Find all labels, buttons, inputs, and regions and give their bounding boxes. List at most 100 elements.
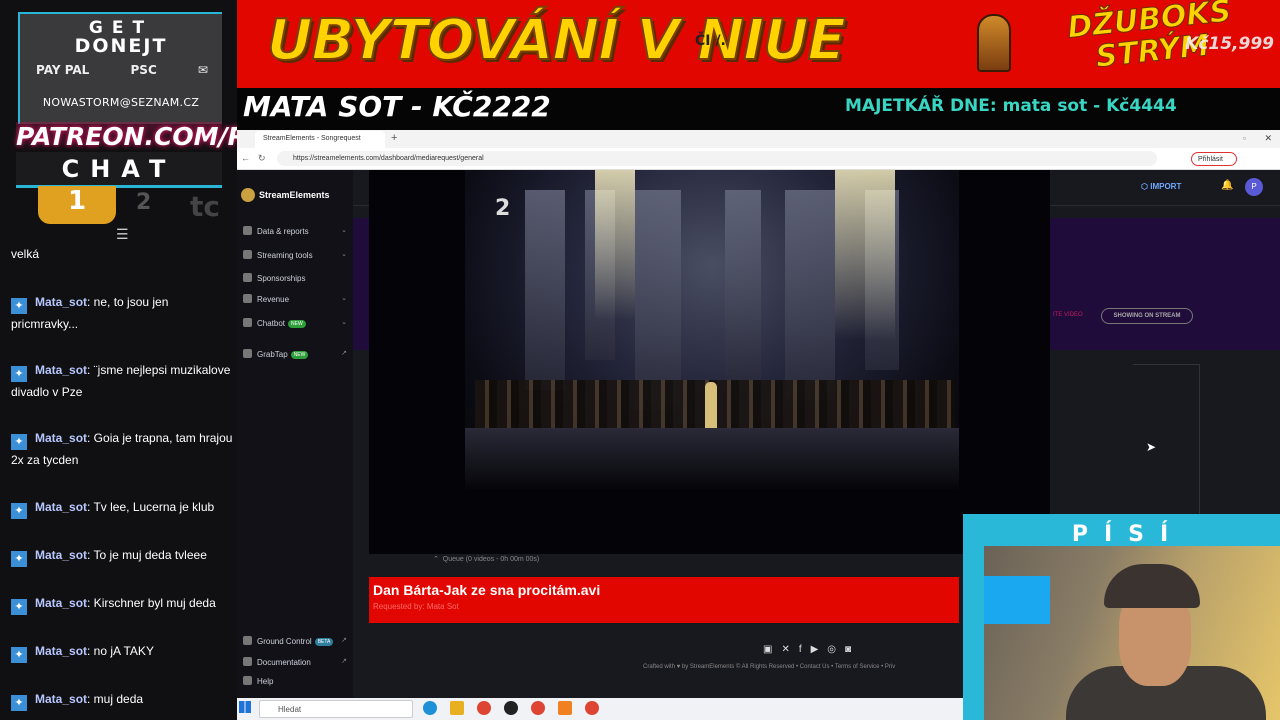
url-input[interactable]: https://streamelements.com/dashboard/med… (277, 151, 1157, 166)
user-icon: ✦ (11, 434, 27, 450)
footer-text: Crafted with ♥ by StreamElements © All R… (643, 664, 896, 670)
social-links[interactable]: ▣✕f▶◎◙ (763, 644, 860, 655)
chat-label: CHAT (16, 152, 222, 188)
taskbar-apps (423, 701, 612, 720)
chat-user: Mata_sot (35, 644, 88, 658)
nav-grabtap[interactable]: GrabTap NEW ↗ (243, 349, 347, 359)
nav-sponsorships[interactable]: Sponsorships (243, 273, 347, 283)
chat-user: Mata_sot (35, 692, 88, 706)
tools-icon (243, 250, 252, 259)
chart-icon (243, 226, 252, 235)
user-icon: ✦ (11, 599, 27, 615)
webcam-label: PÍSÍ (1071, 522, 1185, 547)
windows-start-icon[interactable] (239, 701, 251, 713)
banner-title: UBYTOVÁNÍ V NIUE (266, 7, 847, 74)
folder-icon[interactable] (450, 701, 464, 715)
stream-overlay-left: GET DONEJT PAY PAL PSC ✉ NOWASTORM@SEZNA… (0, 0, 237, 720)
nav-ground-control[interactable]: Ground Control BETA ↗ (243, 636, 347, 646)
chat-message: ✦ Mata_sot: ¨jsme nejlepsi muzikalove div… (11, 360, 233, 402)
banner-small-text: ČI /. (695, 33, 726, 49)
user-icon: ✦ (11, 503, 27, 519)
sms-icon: ✉ (197, 63, 208, 77)
chat-text: velká (11, 247, 40, 261)
nav-streaming-tools[interactable]: Streaming tools ⌄ (243, 250, 347, 260)
grabtap-icon (243, 349, 252, 358)
hint-text: ITE VIDEO (1053, 312, 1083, 318)
nav-chatbot[interactable]: Chatbot NEW ⌄ (243, 318, 347, 328)
chat-text: : Kirschner byl muj deda (87, 596, 216, 610)
nav-documentation[interactable]: Documentation ↗ (243, 657, 347, 667)
donor-strip: MATA SOT - KČ2222 MAJETKÁŘ DNE: mata sot… (237, 88, 1280, 130)
user-icon: ✦ (11, 298, 27, 314)
se-logo-icon (241, 188, 255, 202)
chrome-icon[interactable] (585, 701, 599, 715)
chat-message: ✦ Mata_sot: ne, to jsou jen pricmravky... (11, 292, 233, 334)
badge-tier-1: 1 (38, 186, 116, 224)
menu-icon: ☰ (116, 226, 129, 242)
jukebox-icon (977, 14, 1011, 72)
top-donor: MATA SOT - KČ2222 (243, 90, 551, 123)
chat-message: ✦ Mata_sot: Goia je trapna, tam hrajou 2x… (11, 428, 233, 470)
chat-text: : muj deda (87, 692, 144, 706)
webcam-overlay: PÍSÍ (963, 514, 1280, 720)
avatar[interactable]: P (1245, 178, 1263, 196)
close-icon[interactable]: ✕ (1264, 133, 1272, 144)
vlc-icon[interactable] (558, 701, 572, 715)
video-channel-number: 2 (495, 196, 511, 221)
chat-user: Mata_sot (35, 548, 88, 562)
bot-icon (243, 318, 252, 327)
new-tab-icon[interactable]: + (391, 132, 397, 144)
psc-icon: PSC (130, 63, 157, 77)
payment-methods: PAY PAL PSC ✉ (20, 57, 222, 77)
chat-message: ✦ Mata_sot: To je muj deda tvleee (11, 545, 233, 567)
edge-icon[interactable] (423, 701, 437, 715)
nav-data-reports[interactable]: Data & reports ⌄ (243, 226, 347, 236)
coin-icon (243, 294, 252, 303)
chat-message: velká (11, 244, 233, 264)
import-button[interactable]: ⬡ IMPORT (1141, 182, 1181, 191)
chrome-icon[interactable] (477, 701, 491, 715)
user-icon: ✦ (11, 647, 27, 663)
tab-bar: StreamElements - Songrequest + ▫ ✕ (237, 130, 1280, 148)
user-icon: ✦ (11, 551, 27, 567)
donate-email: NOWASTORM@SEZNAM.CZ (42, 96, 200, 109)
video-player[interactable]: 2 (369, 170, 1050, 554)
doc-icon (243, 657, 252, 666)
chat-text: : Tv lee, Lucerna je klub (87, 500, 215, 514)
taskbar-search[interactable]: Hledat (259, 700, 413, 718)
now-playing-title: Dan Bárta-Jak ze sna procitám.avi (373, 582, 601, 598)
chrome-icon[interactable] (531, 701, 545, 715)
star-icon (243, 273, 252, 282)
address-bar: ←↻ https://streamelements.com/dashboard/… (237, 148, 1280, 170)
mouse-cursor-icon: ➤ (1146, 440, 1157, 454)
queue-toggle[interactable]: ⌃ Queue (0 videos - 0h 00m 00s) (433, 555, 539, 563)
patreon-link: PATREON.COM/PISI (16, 122, 237, 151)
tab-songrequest[interactable]: StreamElements - Songrequest (255, 131, 385, 148)
sub-badges: 1 2 tc (38, 186, 228, 228)
webcam-feed (984, 546, 1280, 720)
nav-help[interactable]: Help (243, 676, 347, 686)
chat-user: Mata_sot (35, 295, 88, 309)
showing-on-stream-button[interactable]: SHOWING ON STREAM (1101, 308, 1193, 324)
video-frame: 2 (465, 170, 959, 490)
donate-box: GET DONEJT PAY PAL PSC ✉ NOWASTORM@SEZNA… (18, 12, 222, 124)
chat-user: Mata_sot (35, 500, 88, 514)
ad-banner: UBYTOVÁNÍ V NIUE ČI /. DŽUBOKS STRÝM Kč1… (237, 0, 1280, 88)
nav-revenue[interactable]: Revenue ⌄ (243, 294, 347, 304)
chat-text: : To je muj deda tvleee (87, 548, 207, 562)
chat-user: Mata_sot (35, 596, 88, 610)
se-sidebar: StreamElements Data & reports ⌄ Streaming… (237, 170, 353, 698)
chat-message: ✦ Mata_sot: muj deda (11, 689, 233, 711)
se-logo[interactable]: StreamElements (241, 188, 330, 202)
bell-icon[interactable]: 🔔 (1221, 180, 1233, 191)
signin-button[interactable]: Přihlásit (1191, 152, 1237, 166)
chat-user: Mata_sot (35, 431, 88, 445)
nav-icons[interactable]: ←↻ (241, 153, 274, 164)
maximize-icon[interactable]: ▫ (1243, 133, 1246, 143)
chat-text: : no jA TAKY (87, 644, 154, 658)
app-icon[interactable] (504, 701, 518, 715)
chat-message: ✦ Mata_sot: Tv lee, Lucerna je klub (11, 497, 233, 519)
donate-title: DONEJT (74, 35, 168, 57)
chat-message: ✦ Mata_sot: Kirschner byl muj deda (11, 593, 233, 615)
paypal-icon: PAY PAL (36, 63, 90, 77)
